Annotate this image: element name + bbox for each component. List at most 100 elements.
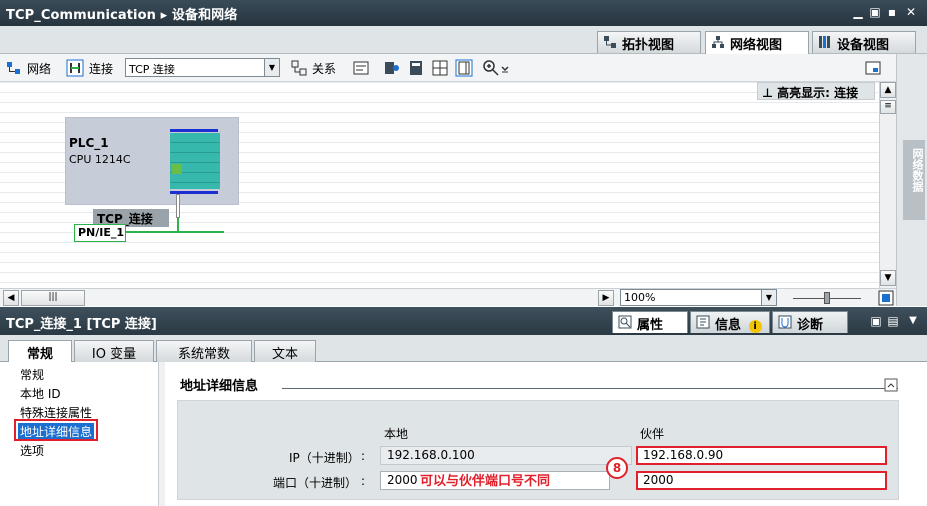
- tab-label: 诊断: [797, 318, 824, 333]
- canvas-horizontal-scrollbar[interactable]: ◀ ||| ▶ 100% ▼: [0, 288, 896, 306]
- profinet-port-icon[interactable]: [172, 164, 182, 174]
- properties-nav: 常规 本地 ID 特殊连接属性 地址详细信息 选项: [0, 362, 165, 506]
- network-icon: [712, 36, 724, 48]
- connection-bar-top: [170, 129, 218, 132]
- tab-topology-view[interactable]: 拓扑视图: [597, 31, 701, 53]
- chevron-down-icon[interactable]: ▼: [264, 59, 279, 76]
- diagnostics-icon: [778, 315, 792, 329]
- tab-label: 网络视图: [730, 38, 783, 53]
- zoom-slider-handle[interactable]: [824, 292, 830, 304]
- hscroll-thumb[interactable]: |||: [21, 290, 85, 306]
- chevron-down-icon[interactable]: ▼: [761, 290, 776, 305]
- tab-network-view[interactable]: 网络视图: [705, 31, 809, 54]
- minimize-button[interactable]: ▁: [851, 5, 865, 19]
- connection-mode-label[interactable]: 连接: [89, 60, 113, 77]
- scroll-right-icon[interactable]: ▶: [598, 290, 614, 306]
- nav-item-local-id[interactable]: 本地 ID: [20, 385, 61, 402]
- port-colon: :: [361, 474, 366, 488]
- io-address-icon[interactable]: [383, 59, 401, 77]
- port-connector: [176, 194, 180, 218]
- properties-icon: [618, 315, 632, 329]
- dropdown-arrow-icon[interactable]: [500, 59, 510, 77]
- zoom-select[interactable]: 100% ▼: [620, 289, 777, 306]
- partner-ip-input[interactable]: 192.168.0.90: [636, 446, 887, 465]
- subtab-system-constants[interactable]: 系统常数: [156, 340, 252, 362]
- partner-port-input[interactable]: 2000: [636, 471, 887, 490]
- restore-button[interactable]: ▣: [868, 5, 882, 19]
- inspector-header: TCP_连接_1 [TCP 连接] 属性 信息 i 诊断 ▣ ▤ ▼: [0, 307, 927, 335]
- fit-view-icon[interactable]: [878, 290, 894, 306]
- panel-collapse-icon[interactable]: ▼: [906, 314, 920, 328]
- column-header-local: 本地: [384, 427, 409, 441]
- tab-properties[interactable]: 属性: [612, 311, 688, 333]
- scroll-thumb[interactable]: ≡: [880, 100, 896, 114]
- annotation-marker: 8: [606, 457, 628, 479]
- cpu-module-image[interactable]: [170, 133, 220, 189]
- ip-label: IP（十进制）: [289, 451, 360, 465]
- section-divider: [282, 388, 898, 389]
- grid-icon[interactable]: [431, 59, 449, 77]
- subtab-io-tags[interactable]: IO 变量: [74, 340, 154, 362]
- info-badge-icon: i: [748, 320, 762, 333]
- subtab-texts[interactable]: 文本: [254, 340, 316, 362]
- view-tabs: 拓扑视图 网络视图 设备视图: [0, 26, 927, 54]
- tab-label: 信息: [715, 318, 742, 333]
- nav-splitter[interactable]: [158, 362, 165, 506]
- overview-icon[interactable]: [864, 59, 882, 77]
- network-mode-label[interactable]: 网络: [27, 60, 51, 77]
- annotation-note: 可以与伙伴端口号不同: [420, 474, 551, 489]
- tab-label: 拓扑视图: [622, 38, 675, 53]
- connection-type-value: TCP 连接: [129, 63, 175, 76]
- scroll-up-icon[interactable]: ▲: [880, 82, 896, 98]
- subtab-general[interactable]: 常规: [8, 340, 72, 363]
- plc-name: PLC_1: [69, 136, 109, 150]
- section-title: 地址详细信息: [180, 379, 259, 394]
- highlight-label: 高亮显示: 连接: [777, 86, 859, 100]
- highlight-connection-indicator[interactable]: ⊥ 高亮显示: 连接: [757, 82, 875, 100]
- panel-restore-icon[interactable]: ▣: [869, 314, 883, 328]
- inspector-subtabs: 常规 IO 变量 系统常数 文本: [0, 335, 927, 363]
- tab-device-view[interactable]: 设备视图: [812, 31, 916, 53]
- zoom-value: 100%: [624, 291, 656, 304]
- name-tag-icon[interactable]: [352, 59, 370, 77]
- tab-diagnostics[interactable]: 诊断: [772, 311, 848, 333]
- ip-colon: :: [361, 449, 366, 463]
- connection-type-select[interactable]: TCP 连接 ▼: [125, 58, 280, 77]
- window-title: TCP_Communication ▸ 设备和网络: [6, 8, 238, 23]
- title-bar: TCP_Communication ▸ 设备和网络 ▁ ▣ ▪ ✕: [0, 0, 927, 26]
- subnet-label[interactable]: PN/IE_1: [74, 224, 126, 242]
- network-data-side-tab[interactable]: 网络数据: [903, 140, 925, 220]
- collapse-section-icon[interactable]: [884, 378, 898, 392]
- canvas-vertical-scrollbar[interactable]: ▲ ≡ ▼: [879, 82, 896, 288]
- inspector-title: TCP_连接_1 [TCP 连接]: [6, 317, 157, 332]
- float-button[interactable]: ▪: [885, 5, 899, 19]
- scroll-left-icon[interactable]: ◀: [3, 290, 19, 306]
- module-icon[interactable]: [407, 59, 425, 77]
- connection-mode-icon[interactable]: [66, 59, 84, 77]
- zoom-in-icon[interactable]: [482, 59, 500, 77]
- local-ip-field: 192.168.0.100: [380, 446, 632, 465]
- port-label: 端口（十进制）: [273, 476, 358, 490]
- relation-label[interactable]: 关系: [312, 60, 336, 77]
- nav-item-general[interactable]: 常规: [20, 366, 44, 383]
- annotation-box-nav: [14, 419, 98, 441]
- pin-icon: ⊥: [762, 86, 778, 100]
- panel-list-icon[interactable]: ▤: [886, 314, 900, 328]
- column-header-partner: 伙伴: [640, 427, 665, 441]
- scroll-down-icon[interactable]: ▼: [880, 270, 896, 286]
- topology-icon: [604, 36, 616, 48]
- device-icon: [819, 36, 830, 48]
- network-mode-icon[interactable]: [5, 59, 23, 77]
- nav-item-options[interactable]: 选项: [20, 442, 44, 459]
- tab-label: 属性: [637, 318, 664, 333]
- tab-label: 设备视图: [837, 38, 890, 53]
- tab-info[interactable]: 信息 i: [690, 311, 770, 333]
- subnet-line[interactable]: [126, 231, 224, 233]
- close-button[interactable]: ✕: [904, 5, 918, 19]
- port-line: [177, 218, 179, 232]
- info-tab-icon: [696, 315, 710, 329]
- relation-icon[interactable]: [290, 59, 308, 77]
- network-toolbar: 网络 连接 TCP 连接 ▼ 关系: [0, 54, 896, 82]
- plc-cpu-type: CPU 1214C: [69, 153, 131, 166]
- panel-toggle-icon[interactable]: [455, 59, 473, 77]
